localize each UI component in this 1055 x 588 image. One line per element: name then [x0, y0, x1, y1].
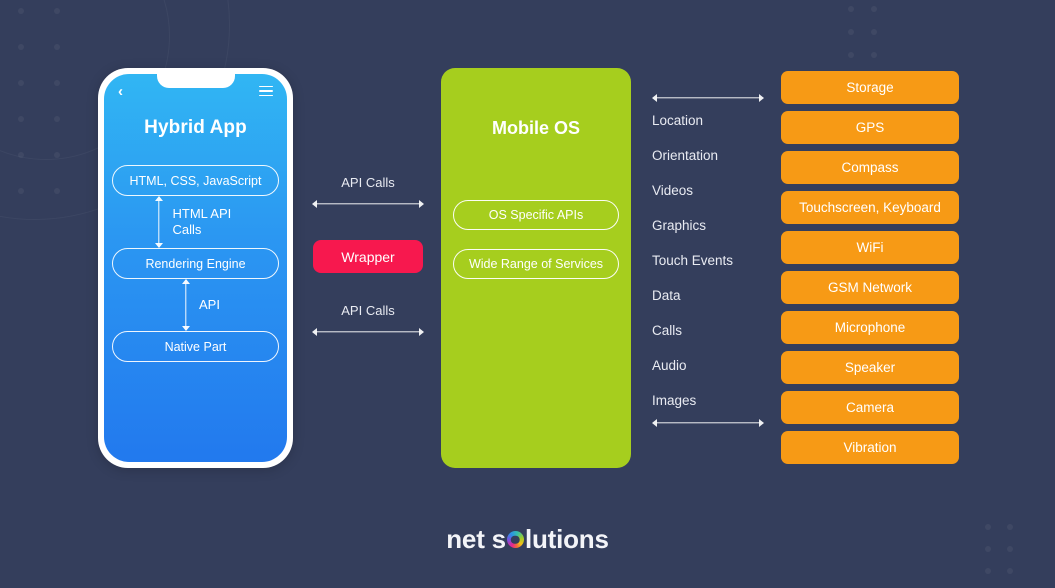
- mobile-os-panel: Mobile OS OS Specific APIs Wide Range of…: [441, 68, 631, 468]
- pill-html-css-javascript[interactable]: HTML, CSS, JavaScript: [112, 165, 279, 196]
- api-calls-bottom-label: API Calls: [341, 303, 395, 318]
- phone-screen: ‹ Hybrid App HTML, CSS, JavaScript HTML …: [104, 74, 287, 462]
- api-calls-top-group: API Calls: [305, 175, 431, 209]
- html-api-calls-label: HTML API Calls: [172, 205, 232, 237]
- api-label: API: [199, 296, 220, 312]
- wrapper-badge[interactable]: Wrapper: [313, 240, 423, 273]
- horizontal-double-arrow-icon: [652, 418, 764, 428]
- pill-wide-range-of-services[interactable]: Wide Range of Services: [453, 249, 619, 279]
- vertical-double-arrow-icon: [155, 196, 164, 248]
- horizontal-double-arrow-icon: [312, 327, 424, 337]
- list-item: Images: [652, 393, 697, 408]
- horizontal-double-arrow-icon: [652, 93, 764, 103]
- pill-rendering-engine[interactable]: Rendering Engine: [112, 248, 279, 279]
- hardware-button-vibration[interactable]: Vibration: [781, 431, 959, 464]
- hybrid-app-phone: ‹ Hybrid App HTML, CSS, JavaScript HTML …: [98, 68, 293, 468]
- wrapper-column: API Calls Wrapper API Calls: [305, 175, 431, 337]
- phone-status-bar: ‹: [104, 74, 287, 108]
- logo-text-part1: net s: [446, 524, 506, 554]
- horizontal-double-arrow-icon: [312, 199, 424, 209]
- hardware-button-microphone[interactable]: Microphone: [781, 311, 959, 344]
- hardware-button-touchscreen-keyboard[interactable]: Touchscreen, Keyboard: [781, 191, 959, 224]
- list-item: Graphics: [652, 218, 707, 233]
- vertical-double-arrow-icon: [181, 279, 190, 331]
- api-calls-bottom-group: API Calls: [305, 303, 431, 337]
- hardware-button-compass[interactable]: Compass: [781, 151, 959, 184]
- hardware-button-list: Storage GPS Compass Touchscreen, Keyboar…: [781, 71, 959, 464]
- hardware-button-storage[interactable]: Storage: [781, 71, 959, 104]
- diagram-stage: ‹ Hybrid App HTML, CSS, JavaScript HTML …: [0, 0, 1055, 588]
- list-item: Location: [652, 113, 704, 128]
- list-item: Audio: [652, 358, 687, 373]
- pill-os-specific-apis[interactable]: OS Specific APIs: [453, 200, 619, 230]
- hardware-button-speaker[interactable]: Speaker: [781, 351, 959, 384]
- html-api-calls-arrow-block: HTML API Calls: [145, 196, 247, 248]
- list-item: Calls: [652, 323, 683, 338]
- brand-logo: net s lutions: [0, 524, 1055, 555]
- multicolor-ring-icon: [506, 531, 524, 548]
- list-item: Orientation: [652, 148, 719, 163]
- list-item: Videos: [652, 183, 694, 198]
- api-arrow-block: API: [171, 279, 220, 331]
- page-title: Hybrid App: [144, 117, 247, 138]
- capability-list: Location Orientation Videos Graphics Tou…: [652, 93, 770, 428]
- list-item: Data: [652, 288, 681, 303]
- pill-native-part[interactable]: Native Part: [112, 331, 279, 362]
- logo-text-part2: lutions: [524, 524, 609, 554]
- chevron-left-icon[interactable]: ‹: [118, 84, 123, 99]
- list-item: Touch Events: [652, 253, 734, 268]
- hardware-button-camera[interactable]: Camera: [781, 391, 959, 424]
- api-calls-top-label: API Calls: [341, 175, 395, 190]
- mobile-os-title: Mobile OS: [491, 118, 580, 138]
- hardware-button-gps[interactable]: GPS: [781, 111, 959, 144]
- hardware-button-gsm-network[interactable]: GSM Network: [781, 271, 959, 304]
- hamburger-menu-icon[interactable]: [259, 85, 273, 97]
- hardware-button-wifi[interactable]: WiFi: [781, 231, 959, 264]
